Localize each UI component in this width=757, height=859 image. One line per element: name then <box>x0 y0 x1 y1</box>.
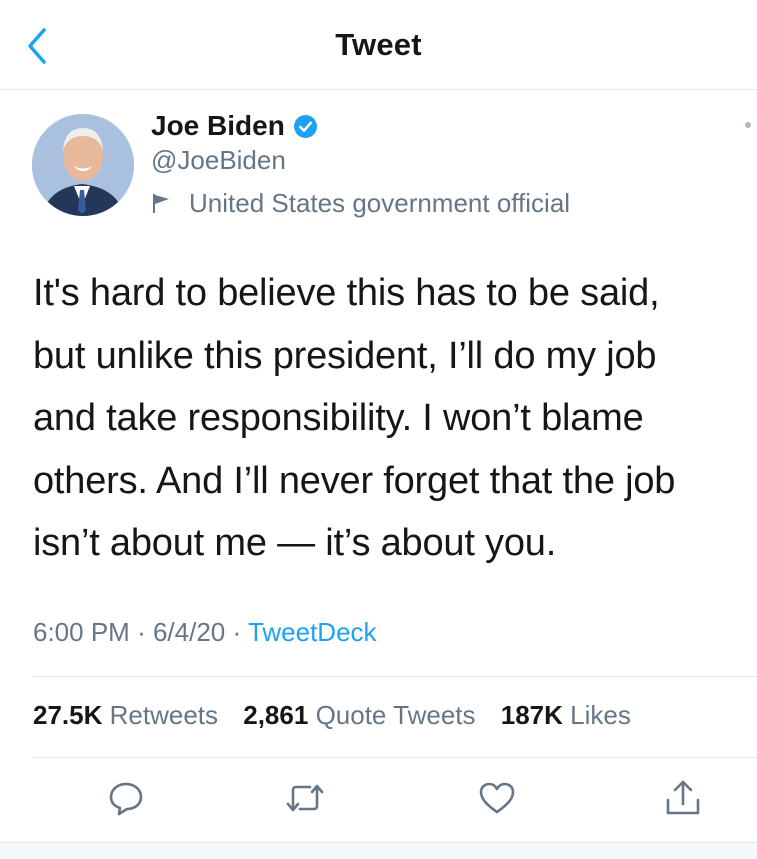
tweet-source-link[interactable]: TweetDeck <box>248 617 377 647</box>
more-options-icon[interactable] <box>745 122 751 128</box>
tweet-line: It's hard to believe this has to be said… <box>33 272 660 314</box>
retweets-count: 27.5K <box>33 700 103 730</box>
quote-tweets-count: 2,861 <box>243 700 309 730</box>
government-label-text: United States government official <box>189 187 571 218</box>
top-bar: Tweet <box>0 0 757 90</box>
divider <box>33 757 757 758</box>
page-title: Tweet <box>335 27 422 62</box>
tweet-meta: 6:00 PM · 6/4/20 · TweetDeck <box>33 617 377 648</box>
tweet-line: isn’t about me — it’s about you. <box>33 522 557 564</box>
bottom-bar <box>0 842 757 859</box>
government-label: United States government official <box>151 186 570 220</box>
retweets-label: Retweets <box>109 700 219 730</box>
tweet-line: others. And I’ll never forget that the j… <box>33 459 676 502</box>
likes-count: 187K <box>500 700 563 730</box>
tweet-line: and take responsibility. I won’t blame <box>33 397 644 439</box>
like-icon[interactable] <box>477 778 517 818</box>
meta-separator: · <box>232 617 242 647</box>
flag-icon <box>153 194 169 213</box>
reply-icon[interactable] <box>106 778 146 818</box>
quote-tweets-label: Quote Tweets <box>315 700 476 730</box>
verified-badge-icon <box>293 114 317 138</box>
tweet-date: 6/4/20 <box>152 617 226 647</box>
divider <box>33 676 757 677</box>
likes-stat[interactable]: 187K Likes <box>501 700 631 730</box>
author-name[interactable]: Joe Biden <box>151 110 285 142</box>
tweet-stats: 27.5K Retweets 2,861 Quote Tweets 187K L… <box>33 700 649 731</box>
author-name-row: Joe Biden <box>151 108 318 144</box>
likes-label: Likes <box>570 700 631 730</box>
tweet-line: but unlike this president, I’ll do my jo… <box>33 334 657 377</box>
author-handle[interactable]: @JoeBiden <box>151 145 286 176</box>
retweets-stat[interactable]: 27.5K Retweets <box>33 700 218 730</box>
meta-separator: · <box>137 617 146 647</box>
retweet-icon[interactable] <box>285 778 325 818</box>
quote-tweets-stat[interactable]: 2,861 Quote Tweets <box>243 700 475 730</box>
tweet-time: 6:00 PM <box>33 617 130 647</box>
tweet-action-bar <box>0 770 757 830</box>
share-icon[interactable] <box>663 778 703 818</box>
avatar[interactable] <box>32 114 134 216</box>
tweet-text: It's hard to believe this has to be said… <box>33 262 753 575</box>
